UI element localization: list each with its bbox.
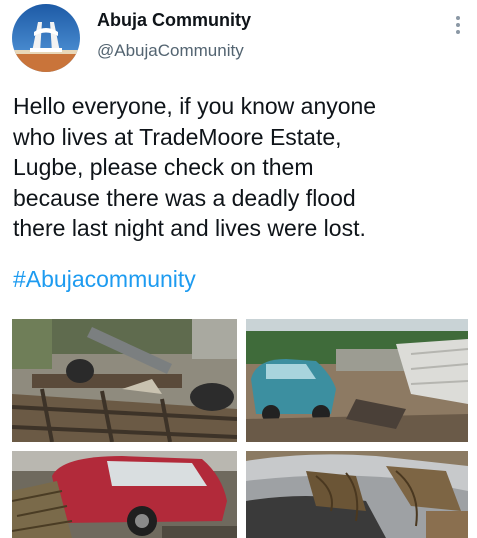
hashtag-link[interactable]: #Abujacommunity: [13, 266, 196, 293]
display-name[interactable]: Abuja Community: [97, 10, 251, 31]
tweet-text: Hello everyone, if you know anyone who l…: [13, 93, 377, 241]
handle[interactable]: @AbujaCommunity: [97, 41, 244, 61]
media-photo-3[interactable]: [12, 451, 237, 538]
media-photo-2[interactable]: [246, 319, 468, 442]
media-photo-1[interactable]: [12, 319, 237, 442]
avatar[interactable]: [12, 4, 80, 72]
more-vertical-icon[interactable]: [448, 12, 468, 38]
media-photo-4[interactable]: [246, 451, 468, 538]
